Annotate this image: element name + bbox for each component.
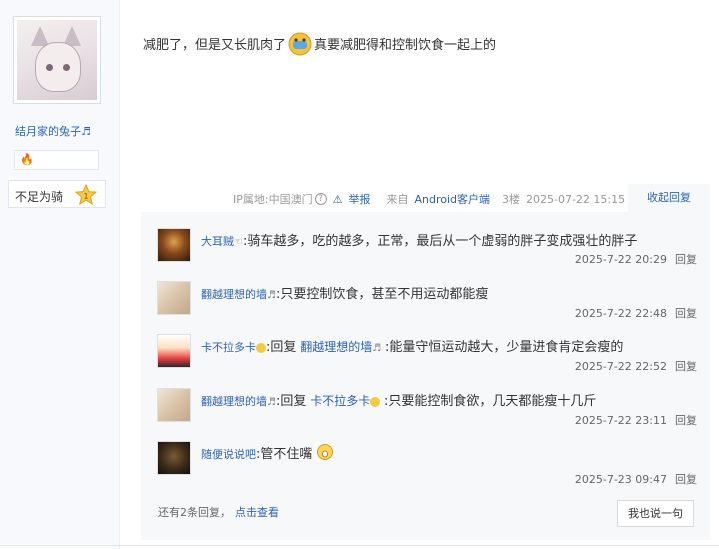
source-prefix: 来自 [386, 193, 409, 206]
music-note-icon: ♬ [372, 343, 382, 354]
flame-badge-icon: 🔥 [20, 153, 34, 166]
post-content: 减肥了，但是又长肌肉了 真要减肥得和控制饮食一起上的 [143, 32, 497, 57]
ip-location: IP属地:中国澳门 [233, 193, 313, 206]
author-level[interactable]: 不足为骑 1 [8, 180, 106, 208]
reply-button[interactable]: 回复 [675, 307, 697, 320]
reply-time-row: 2025-7-22 23:11 回复 [575, 412, 697, 428]
author-avatar[interactable] [13, 16, 101, 104]
view-more-link[interactable]: 点击查看 [235, 506, 279, 519]
reply-body: 随便说说吧:管不住嘴 [201, 443, 334, 462]
reply-content: :能量守恒运动越大，少量进食肯定会瘦的 [385, 340, 624, 355]
source-info: 来自 Android客户端 [386, 191, 496, 207]
warning-icon: ⚠ [332, 193, 343, 206]
more-replies-text: 还有2条回复， [158, 506, 231, 519]
reply-username[interactable]: 随便说说吧 [201, 448, 256, 461]
say-something-button[interactable]: 我也说一句 [617, 500, 694, 527]
reply-content: :管不住嘴 [256, 447, 313, 462]
reply-body: 翻越理想的墙♬:只要控制饮食，甚至不用运动都能瘦 [201, 283, 488, 302]
reply-to-user[interactable]: 翻越理想的墙 [300, 340, 372, 354]
reply-content: :只要控制饮食，甚至不用运动都能瘦 [275, 287, 489, 302]
source-client-link[interactable]: Android客户端 [414, 193, 490, 206]
reply-content: :骑车越多，吃的越多，正常，最后从一个虚弱的胖子变成强壮的胖子 [242, 234, 638, 249]
music-note-icon: ♬ [81, 125, 91, 138]
smile-badge-icon [370, 396, 381, 407]
reply-button[interactable]: 回复 [675, 253, 697, 266]
reply-username[interactable]: 翻越理想的墙 [201, 288, 267, 301]
music-note-icon: ♬ [267, 397, 276, 408]
reply-body: 大耳贼☜:骑车越多，吃的越多，正常，最后从一个虚弱的胖子变成强壮的胖子 [201, 230, 637, 249]
reply-prefix: :回复 [275, 394, 307, 409]
smile-badge-icon [256, 342, 266, 353]
reply-content: :只要能控制食欲，几天都能瘦十几斤 [384, 394, 597, 409]
reply-username[interactable]: 卡不拉多卡 [201, 341, 256, 354]
post-text-part1: 减肥了，但是又长肌肉了 [143, 38, 287, 53]
reply-time-row: 2025-7-22 20:29 回复 [575, 251, 697, 267]
reply-time-row: 2025-7-22 22:52 回复 [575, 358, 697, 374]
reply-avatar[interactable] [157, 334, 191, 368]
floor-number: 3楼 [502, 193, 520, 206]
avatar-image [17, 20, 97, 100]
reply-time: 2025-7-22 22:52 [574, 360, 667, 373]
reply-body: 卡不拉多卡 :回复 翻越理想的墙♬ :能量守恒运动越大，少量进食肯定会瘦的 [201, 336, 623, 355]
post-text-part2: 真要减肥得和控制饮食一起上的 [314, 38, 497, 53]
help-icon[interactable]: ? [314, 193, 327, 205]
post-meta: IP属地:中国澳门 ? ⚠ 举报 来自 Android客户端 3楼 2025-07-… [233, 191, 631, 207]
reply-time: 2025-7-22 23:11 [574, 414, 667, 427]
reply-time: 2025-7-23 09:47 [574, 473, 667, 486]
reply-avatar[interactable] [157, 441, 191, 475]
reply-body: 翻越理想的墙♬:回复 卡不拉多卡 :只要能控制食欲，几天都能瘦十几斤 [201, 390, 596, 409]
author-badge[interactable]: 🔥 [14, 150, 99, 170]
reply-to-user[interactable]: 卡不拉多卡 [310, 394, 370, 408]
post-timestamp: 2025-07-22 15:15 [526, 192, 626, 206]
reply-username[interactable]: 翻越理想的墙 [201, 395, 267, 408]
reply-avatar[interactable] [157, 228, 191, 262]
level-name: 不足为骑 [15, 190, 64, 204]
more-replies-row: 还有2条回复， 点击查看 [158, 504, 279, 520]
reply-username[interactable]: 大耳贼 [201, 235, 234, 248]
reply-avatar[interactable] [157, 388, 191, 422]
level-number: 1 [83, 192, 88, 201]
reply-time-row: 2025-7-22 22:48 回复 [575, 305, 697, 321]
reply-time: 2025-7-22 20:29 [574, 253, 667, 266]
reply-button[interactable]: 回复 [675, 473, 697, 486]
reply-time: 2025-7-22 22:48 [574, 307, 667, 320]
reply-avatar[interactable] [157, 281, 191, 315]
fold-reply-button[interactable]: 收起回复 [628, 184, 710, 212]
crying-face-emoji [288, 32, 312, 55]
author-username[interactable]: 结月家的兔子♬ [15, 123, 91, 139]
reply-prefix: :回复 [266, 340, 297, 355]
reply-button[interactable]: 回复 [675, 360, 697, 373]
music-note-icon: ♬ [267, 290, 276, 301]
divider [0, 545, 719, 546]
report-label[interactable]: 举报 [348, 193, 370, 206]
level-star-icon: 1 [75, 184, 97, 206]
shocked-emoji [317, 443, 334, 460]
reply-panel: 大耳贼☜:骑车越多，吃的越多，正常，最后从一个虚弱的胖子变成强壮的胖子 2025… [141, 212, 710, 540]
report-link[interactable]: ⚠ 举报 [333, 191, 377, 207]
reply-time-row: 2025-7-23 09:47 回复 [575, 471, 697, 487]
author-sidebar: 结月家的兔子♬ 🔥 不足为骑 1 [0, 0, 120, 549]
author-username-text[interactable]: 结月家的兔子 [15, 125, 81, 138]
hand-icon: ☜ [234, 237, 243, 248]
reply-button[interactable]: 回复 [675, 414, 697, 427]
